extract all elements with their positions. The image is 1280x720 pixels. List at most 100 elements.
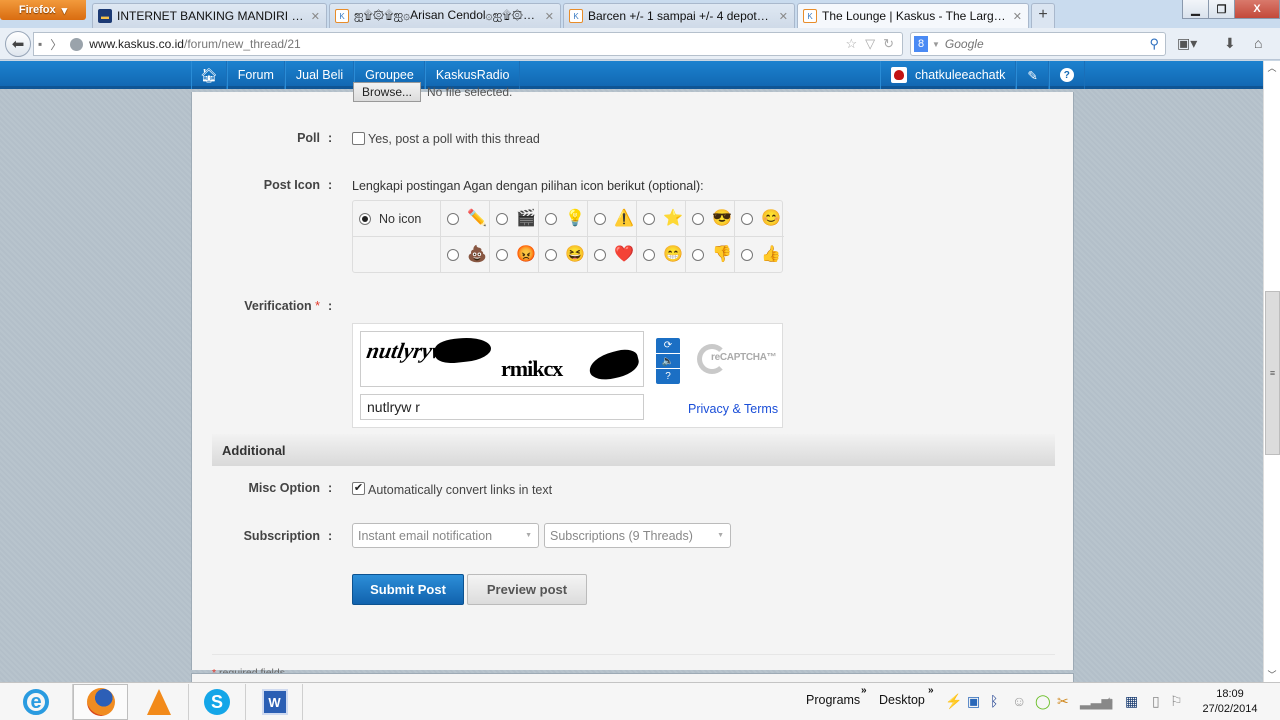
close-tab-icon[interactable]: ✕ [1013,10,1022,23]
auto-convert-links-label[interactable]: Automatically convert links in text [368,483,552,497]
radio[interactable] [692,212,704,225]
auto-convert-links-checkbox[interactable]: ✔ [352,482,365,495]
radio[interactable] [496,212,508,225]
subscription-folder-select[interactable]: Subscriptions (9 Threads) ▼ [544,523,731,548]
desktop-toolbar[interactable]: Desktop [879,693,925,707]
post-icon-option[interactable]: 🎬 [490,201,539,237]
radio-no-icon[interactable] [359,212,371,225]
page-scrollbar[interactable]: ︿ ≡ ﹀ [1263,61,1280,682]
radio[interactable] [447,248,459,261]
scroll-down-arrow-icon[interactable]: ﹀ [1264,668,1280,682]
flash-tray-icon[interactable]: ⚡ [945,693,962,710]
back-button[interactable]: ⬅ [5,31,31,57]
taskbar-skype[interactable]: S [189,684,246,720]
browser-tab[interactable]: ▬ INTERNET BANKING MANDIRI - Welc... ✕ [92,3,327,28]
close-window-button[interactable]: X [1234,0,1280,19]
user-menu[interactable]: chatkuleeachatk [880,61,1017,89]
post-icon-option[interactable]: 👎 [686,237,735,272]
post-icon-option[interactable]: 😊 [735,201,784,237]
reload-icon[interactable]: ↻ [883,36,894,52]
nav-jual-beli[interactable]: Jual Beli [284,61,355,89]
taskbar-word[interactable]: W [247,684,303,720]
notification-select[interactable]: Instant email notification ▼ [352,523,539,548]
utility-tray-icon[interactable]: ✂ [1057,693,1069,710]
radio[interactable] [447,212,459,225]
radio[interactable] [643,248,655,261]
search-bar[interactable]: 8 ▼ ⚲ [910,32,1166,56]
taskbar-firefox[interactable] [73,684,128,720]
post-icon-option[interactable]: ❤️ [588,237,637,272]
close-tab-icon[interactable]: ✕ [311,10,320,23]
radio[interactable] [643,212,655,225]
radio[interactable] [496,248,508,261]
new-tab-button[interactable]: + [1031,3,1055,28]
bbm-tray-icon[interactable]: ◯ [1035,693,1051,710]
minimize-button[interactable]: ▁ [1182,0,1209,19]
post-icon-option[interactable]: 😡 [490,237,539,272]
dropdown-arrow-icon[interactable]: ▽ [865,36,875,52]
browser-tab[interactable]: K ஐ۩۞۩ஐ۞Arisan Cendol۞ஐ۩۞۩... ✕ [329,3,561,28]
firefox-menu-button[interactable]: Firefox ▾ [0,0,86,20]
home-button[interactable]: 🏠︎ [191,61,227,89]
post-icon-option[interactable]: ⭐ [637,201,686,237]
messenger-tray-icon[interactable]: ☺ [1012,693,1026,709]
post-icon-option[interactable]: 😎 [686,201,735,237]
url-text[interactable]: www.kaskus.co.id/forum/new_thread/21 [89,37,845,51]
radio[interactable] [741,212,753,225]
download-icon[interactable]: ⬇ [1224,35,1236,52]
radio[interactable] [545,212,557,225]
post-icon-option[interactable]: 💡 [539,201,588,237]
url-bar[interactable]: ▪ 〉 www.kaskus.co.id/forum/new_thread/21… [33,32,903,56]
volume-icon[interactable]: 🔉︎ [1105,693,1114,710]
kmp-tray-icon[interactable]: ▣ [967,693,980,710]
post-icon-option[interactable]: ✏️ [441,201,490,237]
post-icon-option[interactable]: 👍 [735,237,784,272]
browser-tab[interactable]: K Barcen +/- 1 sampai +/- 4 depotbata ..… [563,3,795,28]
privacy-terms-link[interactable]: Privacy & Terms [688,402,778,416]
help-icon[interactable]: ? [656,369,680,384]
close-tab-icon[interactable]: ✕ [779,10,788,23]
refresh-icon[interactable]: ⟳ [656,338,680,354]
new-post-button[interactable]: ✎ [1016,61,1049,89]
bookmarks-icon[interactable]: ▣▾ [1177,35,1197,52]
search-input[interactable] [944,37,1150,51]
radio[interactable] [594,248,606,261]
bookmark-star-icon[interactable]: ☆ [845,36,857,52]
help-button[interactable]: ? [1048,61,1085,89]
scroll-thumb[interactable]: ≡ [1265,291,1280,455]
post-icon-option-none[interactable]: No icon [353,201,441,237]
search-icon[interactable]: ⚲ [1149,36,1159,52]
radio[interactable] [741,248,753,261]
system-clock[interactable]: 18:09 27/02/2014 [1198,687,1262,717]
google-engine-icon[interactable]: 8 [914,36,928,52]
action-center-flag-icon[interactable]: ⚐ [1170,693,1183,710]
post-icon-option[interactable]: ⚠️ [588,201,637,237]
restore-button[interactable]: ❐ [1208,0,1235,19]
nav-forum[interactable]: Forum [226,61,285,89]
taskbar-vlc[interactable] [129,684,189,720]
bluetooth-icon[interactable]: ᛒ [990,693,998,709]
post-icon-option[interactable]: 😆 [539,237,588,272]
browser-tab-active[interactable]: K The Lounge | Kaskus - The Largest In..… [797,3,1029,28]
browse-button[interactable]: Browse... [353,82,421,102]
chevron-down-icon[interactable]: ▼ [932,40,940,49]
taskbar-internet-explorer[interactable]: e [0,684,73,720]
post-icon-option[interactable]: 💩 [441,237,490,272]
post-icon-option[interactable]: 😁 [637,237,686,272]
radio[interactable] [545,248,557,261]
programs-toolbar[interactable]: Programs [806,693,860,707]
radio[interactable] [594,212,606,225]
captcha-response-input[interactable] [360,394,644,420]
submit-post-button[interactable]: Submit Post [352,574,464,605]
network-icon[interactable]: ▦ [1125,693,1138,710]
audio-icon[interactable]: 🔈 [656,354,680,370]
desktop-chevron-icon[interactable]: » [928,685,934,696]
preview-post-button[interactable]: Preview post [467,574,587,605]
home-icon[interactable]: ⌂ [1254,35,1262,51]
scroll-up-arrow-icon[interactable]: ︿ [1264,61,1280,75]
close-tab-icon[interactable]: ✕ [545,10,554,23]
programs-chevron-icon[interactable]: » [861,685,867,696]
poll-checkbox-label[interactable]: Yes, post a poll with this thread [368,132,540,146]
battery-icon[interactable]: ▯ [1152,693,1160,710]
poll-checkbox[interactable] [352,132,365,145]
